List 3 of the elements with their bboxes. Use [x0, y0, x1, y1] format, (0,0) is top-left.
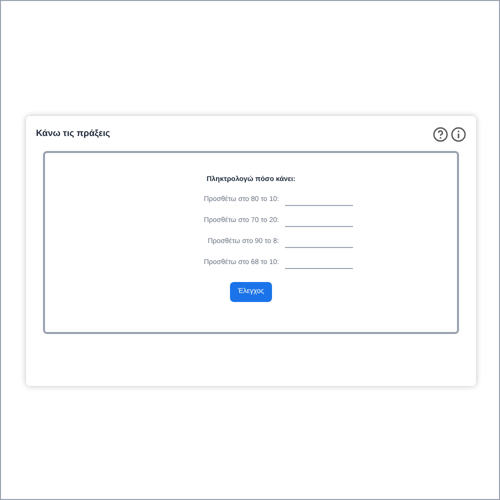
help-icon[interactable]	[433, 126, 448, 142]
card-title: Κάνω τις πράξεις	[36, 127, 110, 140]
info-icon[interactable]	[451, 126, 466, 142]
